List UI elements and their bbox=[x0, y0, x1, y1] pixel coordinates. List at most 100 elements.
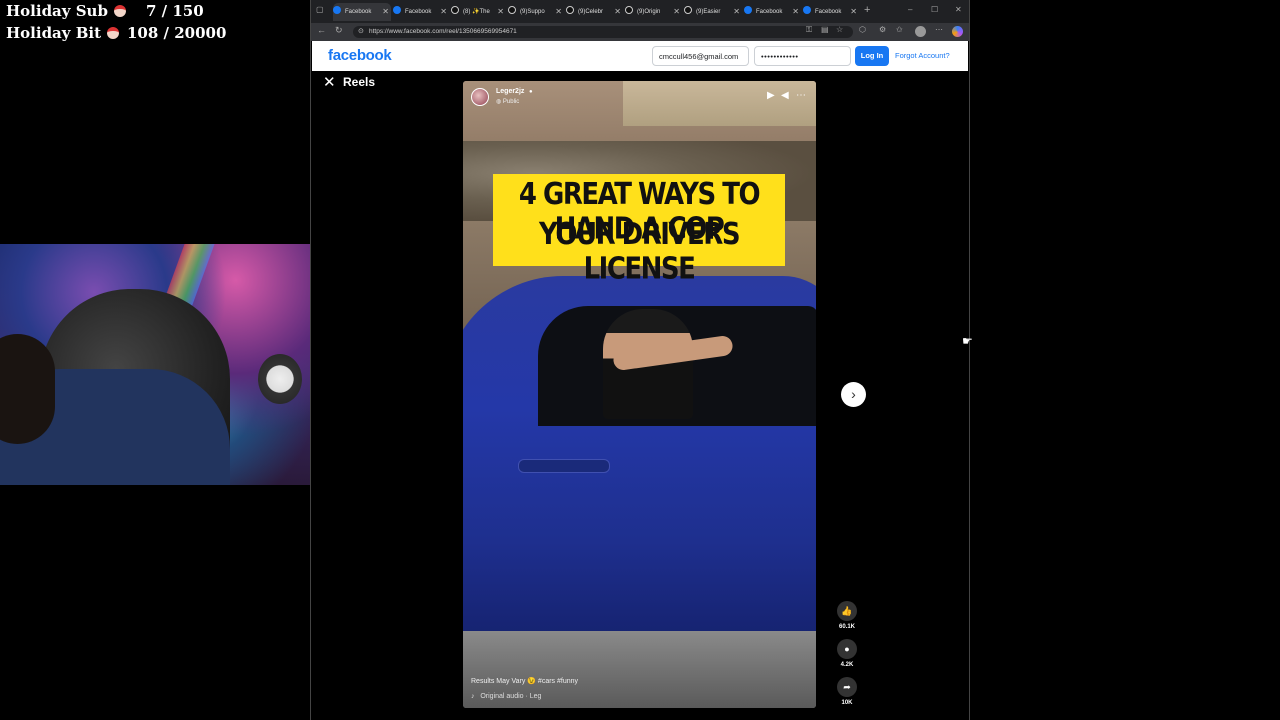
tab-label: (9)Origin bbox=[637, 9, 661, 15]
tab-label: (9)Celebr bbox=[578, 9, 604, 15]
close-tab-icon[interactable]: ✕ bbox=[614, 3, 621, 21]
login-button[interactable]: Log In bbox=[855, 46, 889, 66]
comment-action[interactable]: ● 4.2K bbox=[837, 639, 857, 668]
facebook-logo[interactable]: facebook bbox=[328, 47, 392, 64]
more-menu-icon[interactable]: ⋯ bbox=[935, 25, 943, 34]
maximize-button[interactable]: ☐ bbox=[931, 5, 938, 14]
author-avatar[interactable] bbox=[471, 88, 489, 106]
close-tab-icon[interactable]: ✕ bbox=[555, 3, 562, 21]
tab-facebook-1[interactable]: Facebook ✕ bbox=[333, 3, 391, 21]
tab-facebook-3[interactable]: Facebook ✕ bbox=[744, 3, 801, 21]
close-window-button[interactable]: ✕ bbox=[955, 5, 962, 14]
close-tab-icon[interactable]: ✕ bbox=[382, 3, 389, 21]
privacy-label: ◍ Public bbox=[496, 98, 519, 105]
reload-icon[interactable]: ↻ bbox=[335, 25, 343, 36]
url-text: https://www.facebook.com/reel/1350669569… bbox=[369, 28, 517, 35]
video-text-banner: 4 GREAT WAYS TO HAND A COP YOUR DRIVERS … bbox=[493, 174, 785, 287]
email-field[interactable]: cmccull456@gmail.com bbox=[652, 46, 749, 66]
tab-actions-icon[interactable]: ▢ bbox=[316, 5, 324, 14]
tab-label: Facebook bbox=[405, 9, 432, 15]
profile-avatar[interactable] bbox=[915, 26, 926, 37]
hand-cursor-icon: ☛ bbox=[962, 334, 973, 348]
mute-icon[interactable]: ◀ bbox=[781, 90, 789, 101]
facebook-icon bbox=[393, 6, 401, 14]
holiday-sub-label: Holiday Sub bbox=[6, 2, 108, 20]
like-action[interactable]: 👍 60.1K bbox=[837, 601, 857, 630]
reel-caption: Results May Vary 😉 #cars #funny bbox=[471, 678, 579, 685]
password-field[interactable]: •••••••••••• bbox=[754, 46, 851, 66]
tab-label: Facebook bbox=[815, 9, 842, 15]
back-icon[interactable]: ← bbox=[317, 25, 326, 35]
reel-audio[interactable]: ♪ Original audio · Leg bbox=[471, 693, 541, 700]
tab-tiktok-3[interactable]: (9)Celebr ✕ bbox=[566, 3, 623, 21]
holiday-bit-value: 108 / 20000 bbox=[127, 24, 227, 42]
holiday-bit-label: Holiday Bit bbox=[6, 24, 102, 42]
share-action[interactable]: ➦ 10K bbox=[837, 677, 857, 706]
santa-icon bbox=[113, 5, 126, 17]
site-info-icon[interactable]: ⊙ bbox=[358, 26, 364, 38]
new-tab-button[interactable]: + bbox=[864, 4, 870, 16]
key-icon[interactable]: ⚿ bbox=[806, 25, 812, 35]
facebook-icon bbox=[803, 6, 811, 14]
holiday-sub-goal: Holiday Sub 7 / 150 bbox=[6, 2, 204, 20]
tab-tiktok-5[interactable]: (9)Easier ✕ bbox=[684, 3, 742, 21]
holiday-sub-value: 7 / 150 bbox=[146, 2, 204, 20]
next-reel-button[interactable]: › bbox=[841, 382, 866, 407]
tab-bar: ▢ Facebook ✕ Facebook ✕ (8) ✨The ✕ (9)Suppo… bbox=[311, 0, 969, 23]
tiktok-icon bbox=[625, 6, 633, 14]
close-tab-icon[interactable]: ✕ bbox=[673, 3, 680, 21]
holiday-bit-goal: Holiday Bit 108 / 20000 bbox=[6, 24, 226, 42]
close-tab-icon[interactable]: ✕ bbox=[850, 3, 857, 21]
webcam-plush-toy bbox=[258, 354, 302, 404]
privacy-text: Public bbox=[502, 99, 520, 105]
facebook-icon bbox=[333, 6, 341, 14]
more-options-icon[interactable]: ⋯ bbox=[796, 90, 806, 101]
favorites-bar-icon[interactable]: ✩ bbox=[896, 25, 903, 34]
extensions-icon[interactable]: ⬡ bbox=[859, 25, 866, 34]
comment-count: 4.2K bbox=[840, 662, 854, 668]
globe-icon: ◍ bbox=[496, 99, 502, 105]
tab-label: (8) ✨The bbox=[463, 9, 490, 15]
url-field[interactable]: ⊙ https://www.facebook.com/reel/13506695… bbox=[353, 26, 853, 38]
video-scene-door-handle bbox=[518, 459, 610, 473]
tab-facebook-2[interactable]: Facebook ✕ bbox=[393, 3, 449, 21]
tab-label: (9)Easier bbox=[696, 9, 721, 15]
thumbs-up-icon[interactable]: 👍 bbox=[837, 601, 857, 621]
address-bar-row: ← ↻ ⊙ https://www.facebook.com/reel/1350… bbox=[311, 23, 969, 41]
tiktok-icon bbox=[508, 6, 516, 14]
tab-tiktok-2[interactable]: (9)Suppo ✕ bbox=[508, 3, 564, 21]
settings-icon[interactable]: ⚙ bbox=[879, 25, 886, 34]
webcam-person-head bbox=[0, 334, 55, 444]
close-icon[interactable]: ✕ bbox=[323, 73, 336, 91]
close-tab-icon[interactable]: ✕ bbox=[733, 3, 740, 21]
like-count: 60.1K bbox=[838, 624, 855, 630]
tab-label: (9)Suppo bbox=[520, 9, 545, 15]
banner-line-2: YOUR DRIVERS LICENSE bbox=[538, 217, 741, 287]
tiktok-icon bbox=[684, 6, 692, 14]
reel-video[interactable]: 4 GREAT WAYS TO HAND A COP YOUR DRIVERS … bbox=[463, 81, 816, 708]
tab-facebook-4[interactable]: Facebook ✕ bbox=[803, 3, 859, 21]
tiktok-icon bbox=[451, 6, 459, 14]
play-icon[interactable]: ▶ bbox=[767, 90, 775, 101]
close-tab-icon[interactable]: ✕ bbox=[792, 3, 799, 21]
favorite-icon[interactable]: ☆ bbox=[836, 25, 843, 34]
share-icon[interactable]: ➦ bbox=[837, 677, 857, 697]
author-username[interactable]: Leger2jz bbox=[496, 88, 524, 95]
audio-text: Original audio · Leg bbox=[480, 693, 542, 700]
tab-label: Facebook bbox=[756, 9, 783, 15]
santa-icon bbox=[107, 27, 120, 39]
music-icon: ♪ bbox=[471, 693, 475, 700]
reader-icon[interactable]: ▤ bbox=[821, 25, 829, 34]
forgot-account-link[interactable]: Forgot Account? bbox=[895, 46, 950, 66]
share-count: 10K bbox=[841, 700, 853, 706]
copilot-icon[interactable] bbox=[952, 26, 963, 37]
facebook-header: facebook cmccull456@gmail.com ••••••••••… bbox=[312, 41, 968, 71]
chevron-right-icon: › bbox=[851, 386, 856, 402]
comment-icon[interactable]: ● bbox=[837, 639, 857, 659]
verified-icon: ● bbox=[529, 89, 533, 95]
minimize-button[interactable]: – bbox=[908, 5, 912, 14]
tab-tiktok-4[interactable]: (9)Origin ✕ bbox=[625, 3, 682, 21]
close-tab-icon[interactable]: ✕ bbox=[497, 3, 504, 21]
close-tab-icon[interactable]: ✕ bbox=[440, 3, 447, 21]
tab-tiktok-1[interactable]: (8) ✨The ✕ bbox=[451, 3, 506, 21]
